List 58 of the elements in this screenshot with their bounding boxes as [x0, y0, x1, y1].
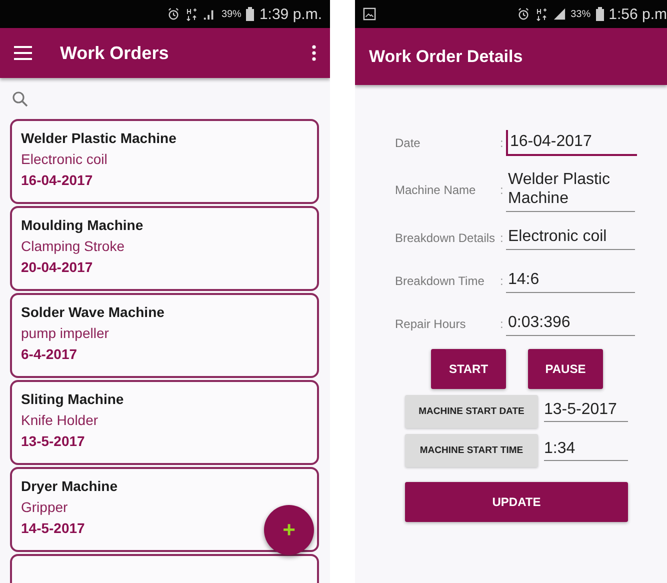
menu-icon[interactable] — [14, 46, 32, 60]
battery-percentage: 33% — [570, 8, 591, 20]
breakdown-part: Gripper — [21, 498, 68, 517]
work-order-date: 16-04-2017 — [21, 171, 93, 190]
signal-icon — [552, 7, 566, 21]
search-icon[interactable] — [12, 90, 28, 106]
colon-separator: : — [500, 230, 504, 244]
input-field[interactable]: 14:6 — [506, 268, 635, 293]
colon-separator: : — [500, 274, 504, 288]
status-time: 1:56 p.m — [608, 6, 667, 22]
battery-icon — [246, 7, 254, 21]
work-order-date: 20-04-2017 — [21, 258, 93, 277]
app-title: Work Orders — [60, 42, 170, 64]
input-field[interactable]: 13-5-2017 — [544, 401, 628, 422]
timer-button[interactable]: START — [431, 349, 506, 389]
field-label: Breakdown Details — [395, 230, 496, 244]
machine-start-button[interactable]: MACHINE START DATE — [405, 395, 538, 428]
machine-name: Sliting Machine — [21, 390, 124, 409]
work-order-card[interactable]: Sliting Machine Knife Holder 13-5-2017 — [10, 380, 319, 465]
machine-name: Moulding Machine — [21, 216, 144, 235]
field-label: Breakdown Time — [395, 274, 486, 288]
work-order-date: 13-5-2017 — [21, 432, 85, 451]
battery-percentage: 39% — [221, 8, 242, 20]
network-type-icon — [534, 7, 548, 21]
timer-button[interactable]: PAUSE — [528, 349, 603, 389]
machine-name: Dryer Machine — [21, 477, 118, 496]
machine-start-button[interactable]: MACHINE START TIME — [405, 434, 538, 467]
status-time: 1:39 p.m. — [259, 6, 322, 22]
work-order-card[interactable]: Moulding Machine Clamping Stroke 20-04-2017 — [10, 206, 319, 291]
field-label: Machine Name — [395, 183, 477, 197]
image-notification-icon — [363, 7, 376, 21]
colon-separator: : — [500, 316, 504, 330]
work-order-card[interactable]: Solder Wave Machine pump impeller 6-4-2017 — [10, 293, 319, 378]
battery-icon — [596, 7, 604, 21]
update-button[interactable]: UPDATE — [405, 482, 628, 522]
breakdown-part: Knife Holder — [21, 411, 98, 430]
work-order-date: 14-5-2017 — [21, 519, 85, 538]
breakdown-part: Electronic coil — [21, 150, 108, 169]
field-label: Repair Hours — [395, 316, 467, 330]
alarm-clock-icon — [167, 7, 180, 21]
work-order-date: 6-4-2017 — [21, 345, 78, 364]
app-title: Work Order Details — [369, 46, 524, 66]
network-type-icon — [185, 7, 198, 21]
breakdown-part: pump impeller — [21, 324, 109, 343]
field-label: Date — [395, 136, 422, 150]
colon-separator: : — [500, 183, 504, 197]
input-field[interactable]: 1:34 — [544, 440, 628, 461]
alarm-clock-icon — [516, 7, 530, 21]
machine-name: Solder Wave Machine — [21, 303, 164, 322]
work-order-card[interactable]: Welder Plastic Machine Electronic coil 16-04-2017 — [10, 119, 319, 204]
input-field[interactable]: 16-04-2017 — [506, 130, 637, 156]
colon-separator: : — [500, 136, 504, 150]
breakdown-part: Clamping Stroke — [21, 237, 124, 256]
machine-name: Welder Plastic Machine — [21, 129, 176, 148]
more-options-icon[interactable] — [312, 45, 316, 61]
input-field[interactable]: Electronic coil — [506, 225, 635, 250]
input-field[interactable]: Welder Plastic Machine — [506, 168, 635, 212]
input-field[interactable]: 0:03:396 — [506, 311, 635, 336]
